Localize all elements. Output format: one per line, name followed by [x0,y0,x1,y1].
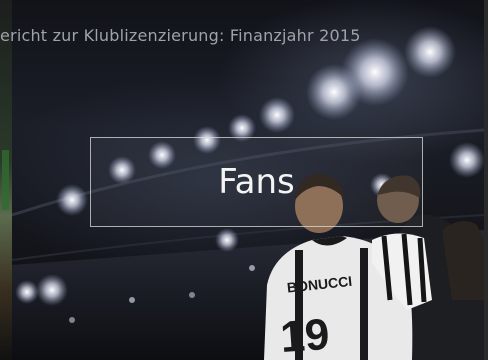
slide-title-box[interactable]: Fans [90,137,423,227]
slide-subtitle: ericht zur Klublizenzierung: Finanzjahr … [0,26,361,45]
presentation-slide: BONUCCI 19 ericht zur Klublizenzierung: … [0,0,488,360]
next-slide-edge[interactable] [484,0,488,360]
jersey-number: 19 [279,310,331,360]
slide-title: Fans [218,162,295,202]
previous-slide-edge[interactable] [0,0,12,360]
